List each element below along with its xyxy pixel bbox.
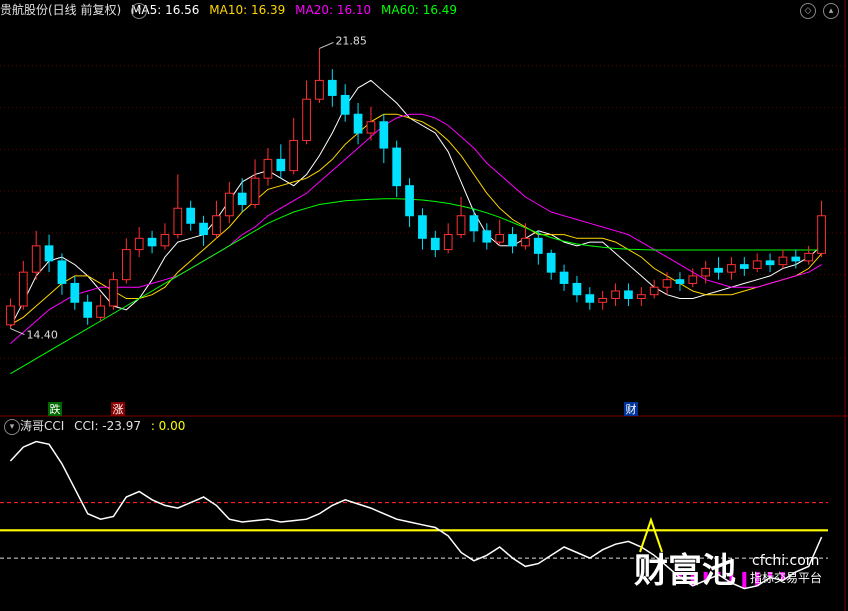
candle-up	[302, 98, 311, 142]
kline-chart: 21.85 14.40 跌 涨 财财富池 cfchi.com指标交易平台	[0, 0, 848, 611]
candle-up	[521, 237, 530, 247]
candle-down	[482, 230, 492, 243]
high-price-label: 21.85	[335, 34, 367, 47]
candle-up	[6, 305, 15, 326]
candle-down	[714, 267, 723, 273]
candle-down	[83, 301, 93, 318]
candle-down	[739, 264, 749, 269]
candle-up	[315, 79, 324, 100]
candle-up	[443, 234, 453, 251]
signal-spike	[639, 516, 663, 553]
candle-up	[263, 158, 273, 179]
candle-up	[817, 215, 826, 254]
candle-down	[430, 237, 440, 251]
candle-up	[121, 249, 131, 281]
candle-up	[134, 237, 144, 251]
candle-down	[70, 282, 80, 303]
candle-down	[546, 252, 556, 273]
candle-down	[237, 192, 247, 205]
marker-die: 跌	[50, 402, 61, 416]
candle-up	[31, 245, 41, 273]
ma-line-ma20	[10, 113, 822, 344]
candle-down	[353, 113, 363, 134]
candle-down	[624, 290, 633, 299]
candle-down	[379, 121, 389, 149]
candle-up	[366, 121, 376, 134]
candle-down	[559, 271, 569, 284]
ma-line-ma10	[10, 113, 822, 326]
candle-down	[147, 237, 157, 247]
candle-up	[701, 267, 711, 277]
high-pointer	[319, 41, 334, 49]
candle-up	[212, 215, 221, 236]
candle-up	[804, 252, 814, 262]
candle-up	[18, 271, 28, 307]
candle-up	[109, 279, 118, 307]
candle-down	[44, 245, 54, 262]
marker-cai: 财	[626, 402, 637, 416]
watermark-slogan: 指标交易平台	[750, 570, 822, 585]
watermark-url: cfchi.com	[752, 553, 819, 569]
marker-zhang: 涨	[113, 403, 124, 416]
candle-up	[727, 264, 736, 273]
candle-down	[57, 260, 67, 284]
candle-down	[327, 79, 337, 96]
candle-down	[585, 294, 595, 303]
candle-up	[224, 192, 234, 217]
candle-up	[173, 207, 183, 236]
candle-down	[276, 158, 286, 172]
candle-up	[289, 140, 299, 172]
candle-down	[791, 256, 801, 262]
candle-up	[456, 215, 466, 236]
candle-up	[636, 294, 646, 299]
candle-up	[495, 234, 505, 243]
candle-up	[250, 177, 260, 205]
watermark-brand: 财富池	[634, 551, 736, 591]
candle-down	[405, 185, 414, 217]
ma-line-ma60	[10, 198, 822, 375]
candle-up	[598, 297, 608, 303]
watermark-logo: 财富池 cfchi.com指标交易平台	[634, 551, 822, 591]
candle-down	[508, 234, 517, 247]
candle-down	[418, 215, 427, 239]
candle-up	[778, 256, 788, 266]
candle-down	[392, 147, 402, 187]
candle-up	[611, 290, 620, 299]
candle-up	[160, 234, 170, 247]
low-price-label: 14.40	[26, 329, 58, 342]
candle-down	[469, 215, 479, 232]
candle-up	[649, 286, 659, 296]
candle-up	[662, 279, 672, 288]
candle-down	[765, 260, 775, 266]
candle-down	[533, 237, 543, 254]
cci-hist-bar	[742, 571, 747, 589]
ma-line-ma5	[9, 79, 822, 327]
candle-down	[572, 282, 582, 296]
candle-down	[199, 222, 208, 236]
candle-up	[96, 305, 105, 318]
candle-down	[340, 94, 350, 115]
low-pointer	[10, 328, 25, 336]
candle-up	[688, 275, 698, 284]
candle-down	[675, 279, 685, 284]
candle-up	[752, 260, 762, 269]
candle-down	[186, 207, 196, 224]
